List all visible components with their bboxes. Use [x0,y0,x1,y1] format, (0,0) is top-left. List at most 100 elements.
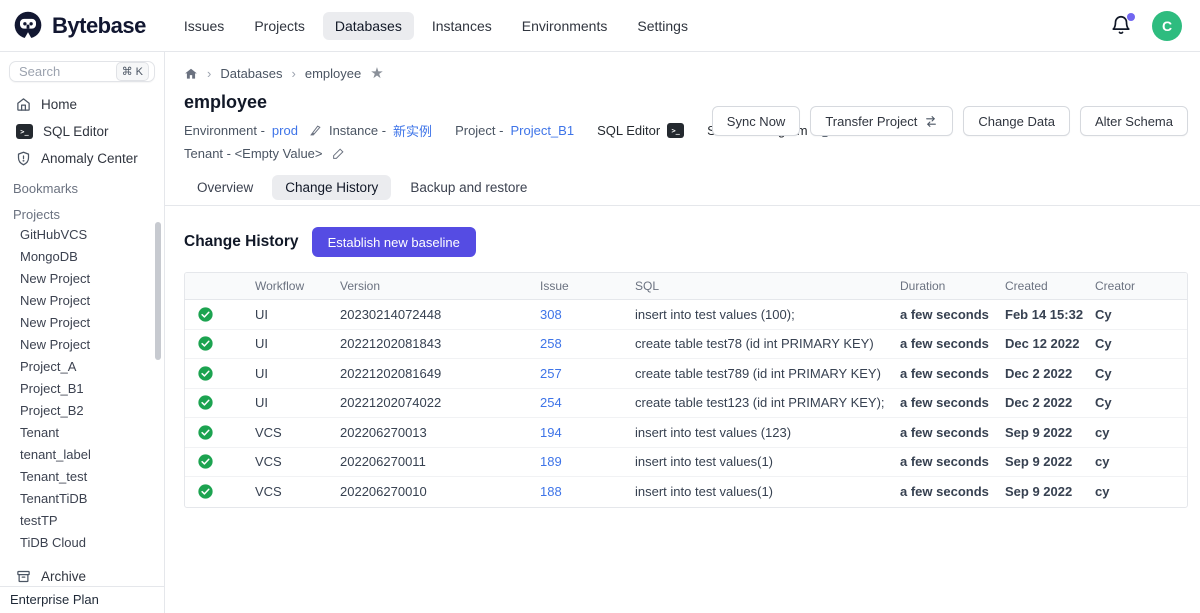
sidebar-project-item[interactable]: testTP [0,510,164,532]
sidebar-project-item[interactable]: New Project [0,312,164,334]
tab-change-history[interactable]: Change History [272,175,391,200]
version-cell: 20230214072448 [340,307,540,322]
table-row[interactable]: VCS 202206270013 194 insert into test va… [185,418,1187,448]
sidebar-project-item[interactable]: Project_B1 [0,378,164,400]
environment-label: Environment - [184,123,265,138]
sql-cell: create table test789 (id int PRIMARY KEY… [635,366,900,381]
tab-backup-and-restore[interactable]: Backup and restore [397,175,540,200]
breadcrumb-databases[interactable]: Databases [220,66,282,81]
sync-now-button[interactable]: Sync Now [712,106,801,136]
table-row[interactable]: UI 20221202074022 254 create table test1… [185,389,1187,419]
sidebar-project-item[interactable]: Tenant [0,422,164,444]
environment-link[interactable]: prod [272,123,298,138]
transfer-arrows-icon [924,115,938,128]
sidebar-project-item[interactable]: MongoDB [0,246,164,268]
table-row[interactable]: UI 20221202081843 258 create table test7… [185,330,1187,360]
creator-cell: Cy [1095,336,1187,351]
breadcrumb-home-icon[interactable] [184,67,198,81]
issue-cell: 258 [540,336,635,351]
sidebar-project-item[interactable]: New Project [0,268,164,290]
nav-item-settings[interactable]: Settings [625,12,700,40]
table-row[interactable]: UI 20230214072448 308 insert into test v… [185,300,1187,330]
sidebar-project-item[interactable]: Project_B2 [0,400,164,422]
creator-cell: cy [1095,425,1187,440]
tenant-edit-pencil-icon[interactable] [332,147,345,160]
brand-name: Bytebase [52,13,146,39]
version-cell: 202206270011 [340,454,540,469]
nav-item-environments[interactable]: Environments [510,12,620,40]
workflow-cell: UI [255,307,340,322]
sidebar-item-home[interactable]: Home [0,91,164,118]
sql-cell: create table test78 (id int PRIMARY KEY) [635,336,900,351]
home-icon [16,97,31,112]
issue-link[interactable]: 194 [540,425,562,440]
success-check-icon [198,307,213,322]
breadcrumb-separator: › [292,66,296,81]
success-check-icon [198,336,213,351]
section-title: Change History [184,233,299,251]
column-workflow: Workflow [255,279,340,293]
prod-pen-icon [309,124,322,137]
sidebar-item-sql-editor[interactable]: >_ SQL Editor [0,118,164,145]
change-history-header: Change History Establish new baseline [184,227,1188,257]
sidebar-item-label: Home [41,97,77,112]
sidebar-project-item[interactable]: TiDB Cloud [0,532,164,554]
table-row[interactable]: VCS 202206270011 189 insert into test va… [185,448,1187,478]
issue-link[interactable]: 188 [540,484,562,499]
nav-item-instances[interactable]: Instances [420,12,504,40]
sidebar-item-archive[interactable]: Archive [0,566,164,586]
issue-link[interactable]: 189 [540,454,562,469]
tab-overview[interactable]: Overview [184,175,266,200]
table-row[interactable]: VCS 202206270010 188 insert into test va… [185,477,1187,507]
search-placeholder: Search [19,64,116,79]
created-cell: Dec 2 2022 [1005,366,1095,381]
sidebar-project-item[interactable]: GitHubVCS [0,224,164,246]
issue-link[interactable]: 257 [540,366,562,381]
column-version: Version [340,279,540,293]
success-check-icon [198,366,213,381]
sidebar-project-item[interactable]: New Project [0,290,164,312]
creator-cell: Cy [1095,307,1187,322]
sidebar-item-anomaly-center[interactable]: Anomaly Center [0,145,164,172]
alter-schema-button[interactable]: Alter Schema [1080,106,1188,136]
table-row[interactable]: UI 20221202081649 257 create table test7… [185,359,1187,389]
user-avatar[interactable]: C [1152,11,1182,41]
success-check-icon [198,454,213,469]
plan-label: Enterprise Plan [0,586,164,613]
sql-editor-icon[interactable]: >_ [667,123,684,138]
status-cell [185,484,255,499]
issue-link[interactable]: 254 [540,395,562,410]
notification-bell-icon[interactable] [1110,14,1134,38]
instance-link[interactable]: 新实例 [393,121,432,140]
sidebar-scrollbar[interactable] [155,222,161,360]
sidebar-project-item[interactable]: Project_A [0,356,164,378]
status-cell [185,425,255,440]
change-data-button[interactable]: Change Data [963,106,1070,136]
duration-cell: a few seconds [900,425,1005,440]
sidebar-project-item[interactable]: Tenant_test [0,466,164,488]
favorite-star-icon[interactable]: ★ [370,66,383,81]
bytebase-logo[interactable]: Bytebase [12,10,146,42]
nav-item-databases[interactable]: Databases [323,12,414,40]
breadcrumb-separator: › [207,66,211,81]
sidebar-project-item[interactable]: TenantTiDB [0,488,164,510]
sidebar-project-item[interactable]: tenant_label [0,444,164,466]
establish-baseline-button[interactable]: Establish new baseline [312,227,476,257]
issue-cell: 254 [540,395,635,410]
sidebar-nav: Home >_ SQL Editor Anomaly Center [0,91,164,172]
projects-section-label: Projects [13,207,164,222]
breadcrumb-employee[interactable]: employee [305,66,361,81]
nav-item-projects[interactable]: Projects [242,12,317,40]
sidebar: Search ⌘ K Home >_ SQL Editor [0,52,165,613]
main-content: › Databases › employee ★ employee Enviro… [165,52,1200,613]
detail-tabs: Overview Change History Backup and resto… [165,175,1200,206]
sidebar-project-item[interactable]: New Project [0,334,164,356]
issue-link[interactable]: 308 [540,307,562,322]
main-nav: Issues Projects Databases Instances Envi… [172,12,700,40]
table-header-row: Workflow Version Issue SQL Duration Crea… [185,273,1187,300]
search-input[interactable]: Search ⌘ K [9,61,155,82]
issue-link[interactable]: 258 [540,336,562,351]
transfer-project-button[interactable]: Transfer Project [810,106,953,136]
nav-item-issues[interactable]: Issues [172,12,236,40]
project-link[interactable]: Project_B1 [510,123,574,138]
